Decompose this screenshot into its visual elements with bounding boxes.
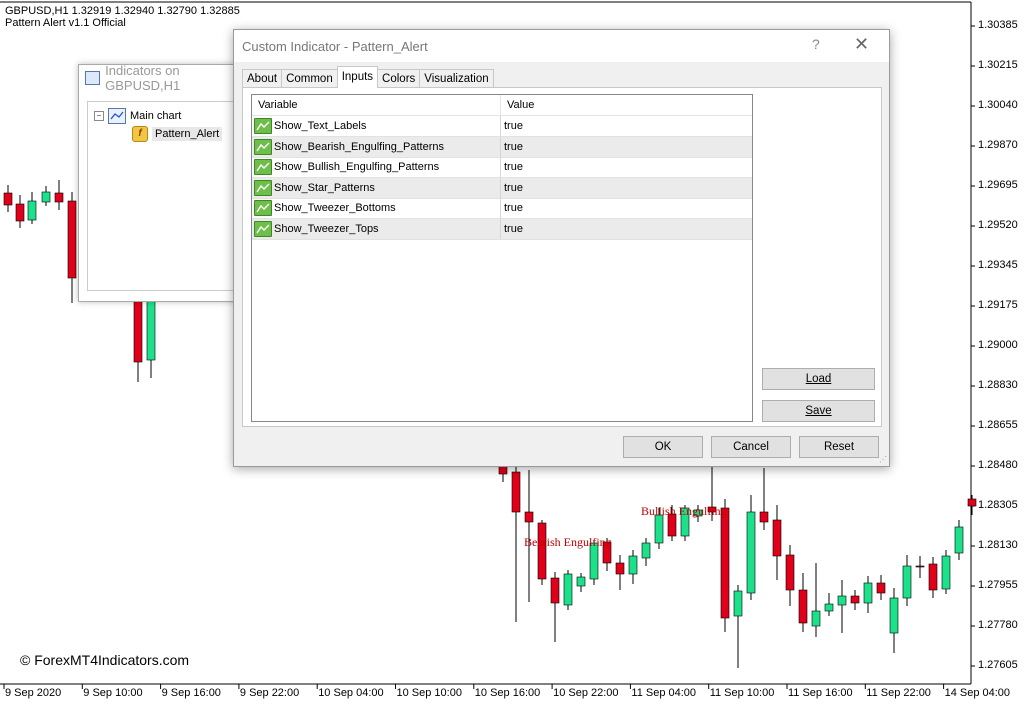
reset-button[interactable]: Reset [799,436,879,458]
tree-item-pattern-alert-label: Pattern_Alert [152,127,223,141]
table-row[interactable]: Show_Tweezer_Bottoms true [252,198,752,219]
cancel-button[interactable]: Cancel [711,436,791,458]
parameter-icon [254,118,272,134]
value-cell[interactable]: true [504,137,523,157]
price-tick-label: 1.30385 [978,19,1018,31]
time-tick-label: 11 Sep 22:00 [866,687,931,699]
tab-colors[interactable]: Colors [377,69,421,88]
tree-item-main-chart-label: Main chart [130,110,182,122]
price-tick-label: 1.29175 [978,299,1018,311]
table-row[interactable]: Show_Bearish_Engulfing_Patterns true [252,136,752,158]
value-cell[interactable]: true [504,157,523,177]
value-cell[interactable]: true [504,178,523,198]
table-row[interactable]: Show_Star_Patterns true [252,177,752,199]
custom-indicator-icon: f [132,126,148,142]
price-tick-label: 1.27955 [978,579,1018,591]
variable-cell: Show_Tweezer_Bottoms [274,202,396,214]
time-tick-label: 11 Sep 16:00 [788,687,853,699]
parameter-icon [254,138,272,155]
tree-item-main-chart[interactable]: − Main chart [94,108,181,124]
bullish-engulfing-label: Bullish Engulfing [641,504,727,518]
ok-button[interactable]: OK [623,436,703,458]
column-header-variable[interactable]: Variable [252,95,298,115]
indicators-window-titlebar[interactable]: Indicators on GBPUSD,H1 [79,63,249,93]
parameter-icon [254,200,272,216]
time-tick-label: 14 Sep 04:00 [944,687,1011,699]
tab-about[interactable]: About [242,69,283,88]
column-separator [500,136,501,157]
parameter-icon [254,179,272,196]
indicators-tree[interactable]: − Main chart f Pattern_Alert [87,101,249,291]
inputs-panel: Variable Value Show_Text_Labels true Show_… [242,87,882,427]
bearish-engulfing-label: Bearish Engulfing [524,535,612,549]
load-button[interactable]: Load [762,368,875,390]
dialog-title: Custom Indicator - Pattern_Alert [242,39,428,54]
variable-cell: Show_Bearish_Engulfing_Patterns [274,140,445,153]
price-tick-label: 1.27780 [978,619,1018,631]
price-tick-label: 1.28830 [978,379,1018,391]
resize-grip-icon[interactable]: ⋰ [879,455,887,464]
tab-inputs[interactable]: Inputs [336,66,379,88]
table-row[interactable]: Show_Tweezer_Tops true [252,218,752,240]
variable-cell: Show_Star_Patterns [274,181,375,194]
time-tick-label: 10 Sep 10:00 [396,687,462,699]
price-tick-label: 1.29345 [978,259,1018,271]
save-button[interactable]: Save [762,400,875,422]
tab-visualization[interactable]: Visualization [419,69,494,88]
price-tick-label: 1.29870 [978,139,1018,151]
parameter-icon [254,220,272,237]
column-separator [500,157,501,177]
chart-window-icon [108,108,126,124]
column-separator [500,116,501,136]
value-cell[interactable]: true [504,219,523,239]
column-separator [500,218,501,239]
value-cell[interactable]: true [504,198,523,218]
column-header-value[interactable]: Value [501,95,534,115]
variable-cell: Show_Tweezer_Tops [274,222,379,235]
help-icon[interactable]: ? [812,36,820,52]
variable-cell: Show_Bullish_Engulfing_Patterns [274,161,440,173]
chart-indicator-name: Pattern Alert v1.1 Official [5,17,126,29]
tree-item-pattern-alert[interactable]: f Pattern_Alert [132,126,223,142]
price-tick-label: 1.27605 [978,659,1018,671]
tab-common[interactable]: Common [281,69,338,88]
watermark: © ForexMT4Indicators.com [20,652,190,668]
price-tick-label: 1.28655 [978,419,1018,431]
time-tick-label: 11 Sep 10:00 [709,687,775,699]
price-tick-label: 1.30040 [978,99,1018,111]
time-tick-label: 10 Sep 16:00 [474,687,541,699]
price-tick-label: 1.29000 [978,339,1018,351]
time-tick-label: 9 Sep 22:00 [239,687,300,699]
dialog-tabs: About Common Inputs Colors Visualization [242,66,494,88]
table-row[interactable]: Show_Bullish_Engulfing_Patterns true [252,157,752,178]
indicators-window-title: Indicators on GBPUSD,H1 [105,63,181,93]
time-tick-label: 10 Sep 22:00 [553,687,619,699]
time-tick-label: 9 Sep 10:00 [83,687,143,699]
price-tick-label: 1.28130 [978,539,1018,551]
price-tick-label: 1.29520 [978,219,1018,231]
variable-cell: Show_Text_Labels [274,120,367,132]
time-tick-label: 11 Sep 04:00 [631,687,697,699]
chart-symbol-info: GBPUSD,H1 1.32919 1.32940 1.32790 1.3288… [5,5,240,17]
price-tick-label: 1.29695 [978,179,1018,191]
column-separator [500,177,501,198]
table-row[interactable]: Show_Text_Labels true [252,116,752,137]
inputs-grid[interactable]: Variable Value Show_Text_Labels true Show_… [251,94,753,422]
column-separator [500,198,501,218]
price-tick-label: 1.28480 [978,459,1018,471]
indicators-window[interactable]: Indicators on GBPUSD,H1 − Main chart f P… [78,63,250,302]
value-cell[interactable]: true [504,116,523,136]
time-tick-label: 10 Sep 04:00 [318,687,384,699]
time-tick-label: 9 Sep 2020 [5,687,62,699]
grid-header: Variable Value [252,95,752,116]
price-tick-label: 1.28305 [978,499,1018,511]
custom-indicator-dialog[interactable]: Custom Indicator - Pattern_Alert ? ✕ Abo… [233,29,890,467]
indicators-window-icon [85,71,101,85]
parameter-icon [254,159,272,175]
dialog-titlebar[interactable]: Custom Indicator - Pattern_Alert ? ✕ [234,30,889,62]
time-tick-label: 9 Sep 16:00 [161,687,221,699]
tree-collapse-icon[interactable]: − [94,111,104,121]
price-tick-label: 1.30215 [978,59,1018,71]
close-icon[interactable]: ✕ [854,34,869,55]
